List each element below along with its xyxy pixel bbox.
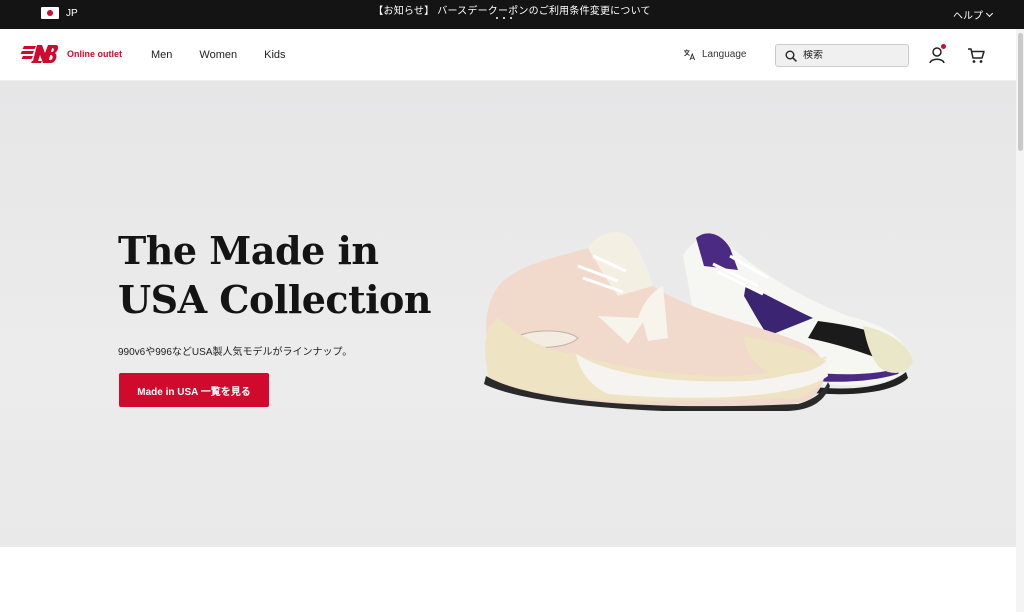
search-icon <box>785 50 797 62</box>
hero-subtitle: 990v6や996などUSA製人気モデルがラインナップ。 <box>118 347 353 358</box>
announcement-bar: JP 【お知らせ】 バースデークーポンのご利用条件変更について ヘルプ <box>0 0 1024 29</box>
site-header: Online outlet Men Women Kids Language <box>0 29 1016 81</box>
search-input[interactable] <box>803 50 903 61</box>
brand-label[interactable]: Online outlet <box>67 49 122 59</box>
carousel-dot[interactable] <box>503 17 505 19</box>
carousel-dot[interactable] <box>496 17 498 19</box>
cart-icon[interactable] <box>967 47 985 64</box>
scrollbar-thumb[interactable] <box>1018 33 1023 151</box>
nav-item-women[interactable]: Women <box>199 49 237 61</box>
language-selector[interactable]: Language <box>683 48 747 61</box>
announcement-text[interactable]: 【お知らせ】 バースデークーポンのご利用条件変更について <box>0 2 1024 17</box>
chevron-down-icon <box>985 9 994 17</box>
help-menu[interactable]: ヘルプ <box>953 7 994 22</box>
help-label: ヘルプ <box>953 11 983 22</box>
main-nav: Men Women Kids <box>151 49 286 61</box>
nav-item-men[interactable]: Men <box>151 49 172 61</box>
made-in-usa-button[interactable]: Made in USA 一覧を見る <box>119 373 269 407</box>
hero-title: The Made in USA Collection <box>118 228 432 322</box>
carousel-dot[interactable] <box>510 17 512 19</box>
hero-banner[interactable]: The Made in USA Collection 990v6や996などUS… <box>0 81 1016 547</box>
nav-item-kids[interactable]: Kids <box>264 49 285 61</box>
notification-dot <box>941 44 946 49</box>
language-label: Language <box>702 49 747 60</box>
nb-logo-icon[interactable] <box>20 44 58 64</box>
sneakers-image <box>484 232 913 411</box>
carousel-dots <box>496 17 512 19</box>
search-box[interactable] <box>775 44 909 67</box>
translate-icon <box>683 49 696 61</box>
